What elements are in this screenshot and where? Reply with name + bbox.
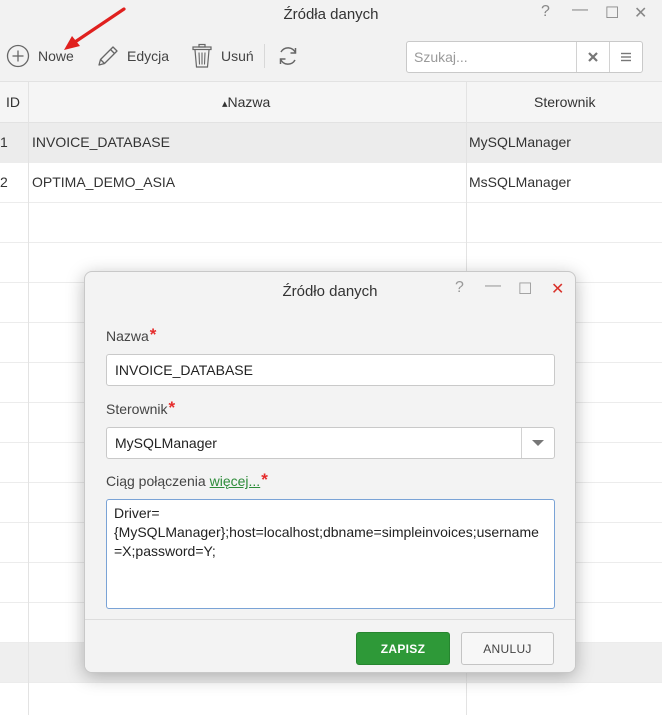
plus-circle-icon (6, 44, 30, 68)
dialog-footer: ZAPISZ ANULUJ (85, 619, 575, 672)
cell-id: 1 (0, 134, 8, 150)
driver-select-value: MySQLManager (115, 435, 217, 451)
column-header-driver[interactable]: Sterownik (534, 82, 595, 122)
search-box (406, 41, 643, 73)
empty-row (0, 203, 662, 243)
toolbar-divider (264, 44, 265, 68)
connection-string-label-text: Ciąg połączenia (106, 473, 206, 489)
delete-button-label: Usuń (221, 48, 254, 64)
cell-id: 2 (0, 174, 8, 190)
connection-string-textarea[interactable]: Driver= {MySQLManager};host=localhost;db… (106, 499, 555, 609)
save-button[interactable]: ZAPISZ (356, 632, 450, 665)
search-input[interactable] (407, 42, 576, 72)
column-header-id[interactable]: ID (6, 82, 20, 122)
dialog-maximize-icon[interactable]: ☐ (518, 279, 532, 299)
name-field[interactable]: INVOICE_DATABASE (106, 354, 555, 386)
cell-driver: MySQLManager (469, 134, 571, 150)
trash-icon (192, 43, 212, 68)
data-source-form: Nazwa * INVOICE_DATABASE Sterownik * MySQL… (106, 325, 555, 609)
delete-button[interactable]: Usuń (191, 42, 254, 70)
maximize-icon[interactable]: ☐ (605, 3, 619, 23)
clear-search-button[interactable] (576, 42, 609, 72)
chevron-down-icon (532, 440, 544, 446)
annotation-arrow-icon (64, 7, 126, 50)
clear-icon (588, 52, 598, 62)
cell-driver: MsSQLManager (469, 174, 571, 190)
data-source-dialog: Źródło danych ? — ☐ ✕ Nazwa * INVOICE_DAT… (84, 271, 576, 673)
driver-label: Sterownik * (106, 398, 555, 421)
menu-button[interactable] (609, 42, 642, 72)
driver-select[interactable]: MySQLManager (106, 427, 555, 459)
dialog-help-icon[interactable]: ? (455, 279, 464, 297)
dialog-title: Źródło danych (282, 283, 378, 300)
more-link[interactable]: więcej... (210, 473, 261, 489)
connection-string-label: Ciąg połączenia więcej... * (106, 470, 555, 493)
name-label: Nazwa * (106, 325, 555, 348)
table-row[interactable]: 1 INVOICE_DATABASE MySQLManager (0, 123, 662, 163)
column-header-name[interactable]: ▴Nazwa (222, 82, 270, 122)
column-header-name-label: Nazwa (227, 94, 271, 110)
minimize-icon[interactable]: — (572, 1, 588, 19)
dialog-minimize-icon[interactable]: — (485, 277, 501, 295)
refresh-icon (279, 47, 297, 65)
dialog-close-icon[interactable]: ✕ (551, 279, 564, 299)
required-mark: * (168, 398, 176, 417)
driver-dropdown-button[interactable] (521, 428, 554, 458)
cancel-button[interactable]: ANULUJ (461, 632, 554, 665)
empty-row (0, 683, 662, 715)
required-mark: * (149, 325, 157, 344)
help-icon[interactable]: ? (541, 3, 550, 21)
grid-header: ID ▴Nazwa Sterownik (0, 82, 662, 123)
hamburger-icon (621, 52, 631, 62)
driver-label-text: Sterownik (106, 401, 168, 417)
edit-button-label: Edycja (127, 48, 170, 64)
required-mark: * (261, 470, 268, 489)
grid-column-divider (28, 82, 29, 715)
table-row[interactable]: 2 OPTIMA_DEMO_ASIA MsSQLManager (0, 163, 662, 203)
name-label-text: Nazwa (106, 328, 149, 344)
cell-name: OPTIMA_DEMO_ASIA (32, 174, 176, 190)
refresh-button[interactable] (276, 42, 300, 70)
cell-name: INVOICE_DATABASE (32, 134, 170, 150)
close-icon[interactable]: ✕ (634, 3, 647, 23)
